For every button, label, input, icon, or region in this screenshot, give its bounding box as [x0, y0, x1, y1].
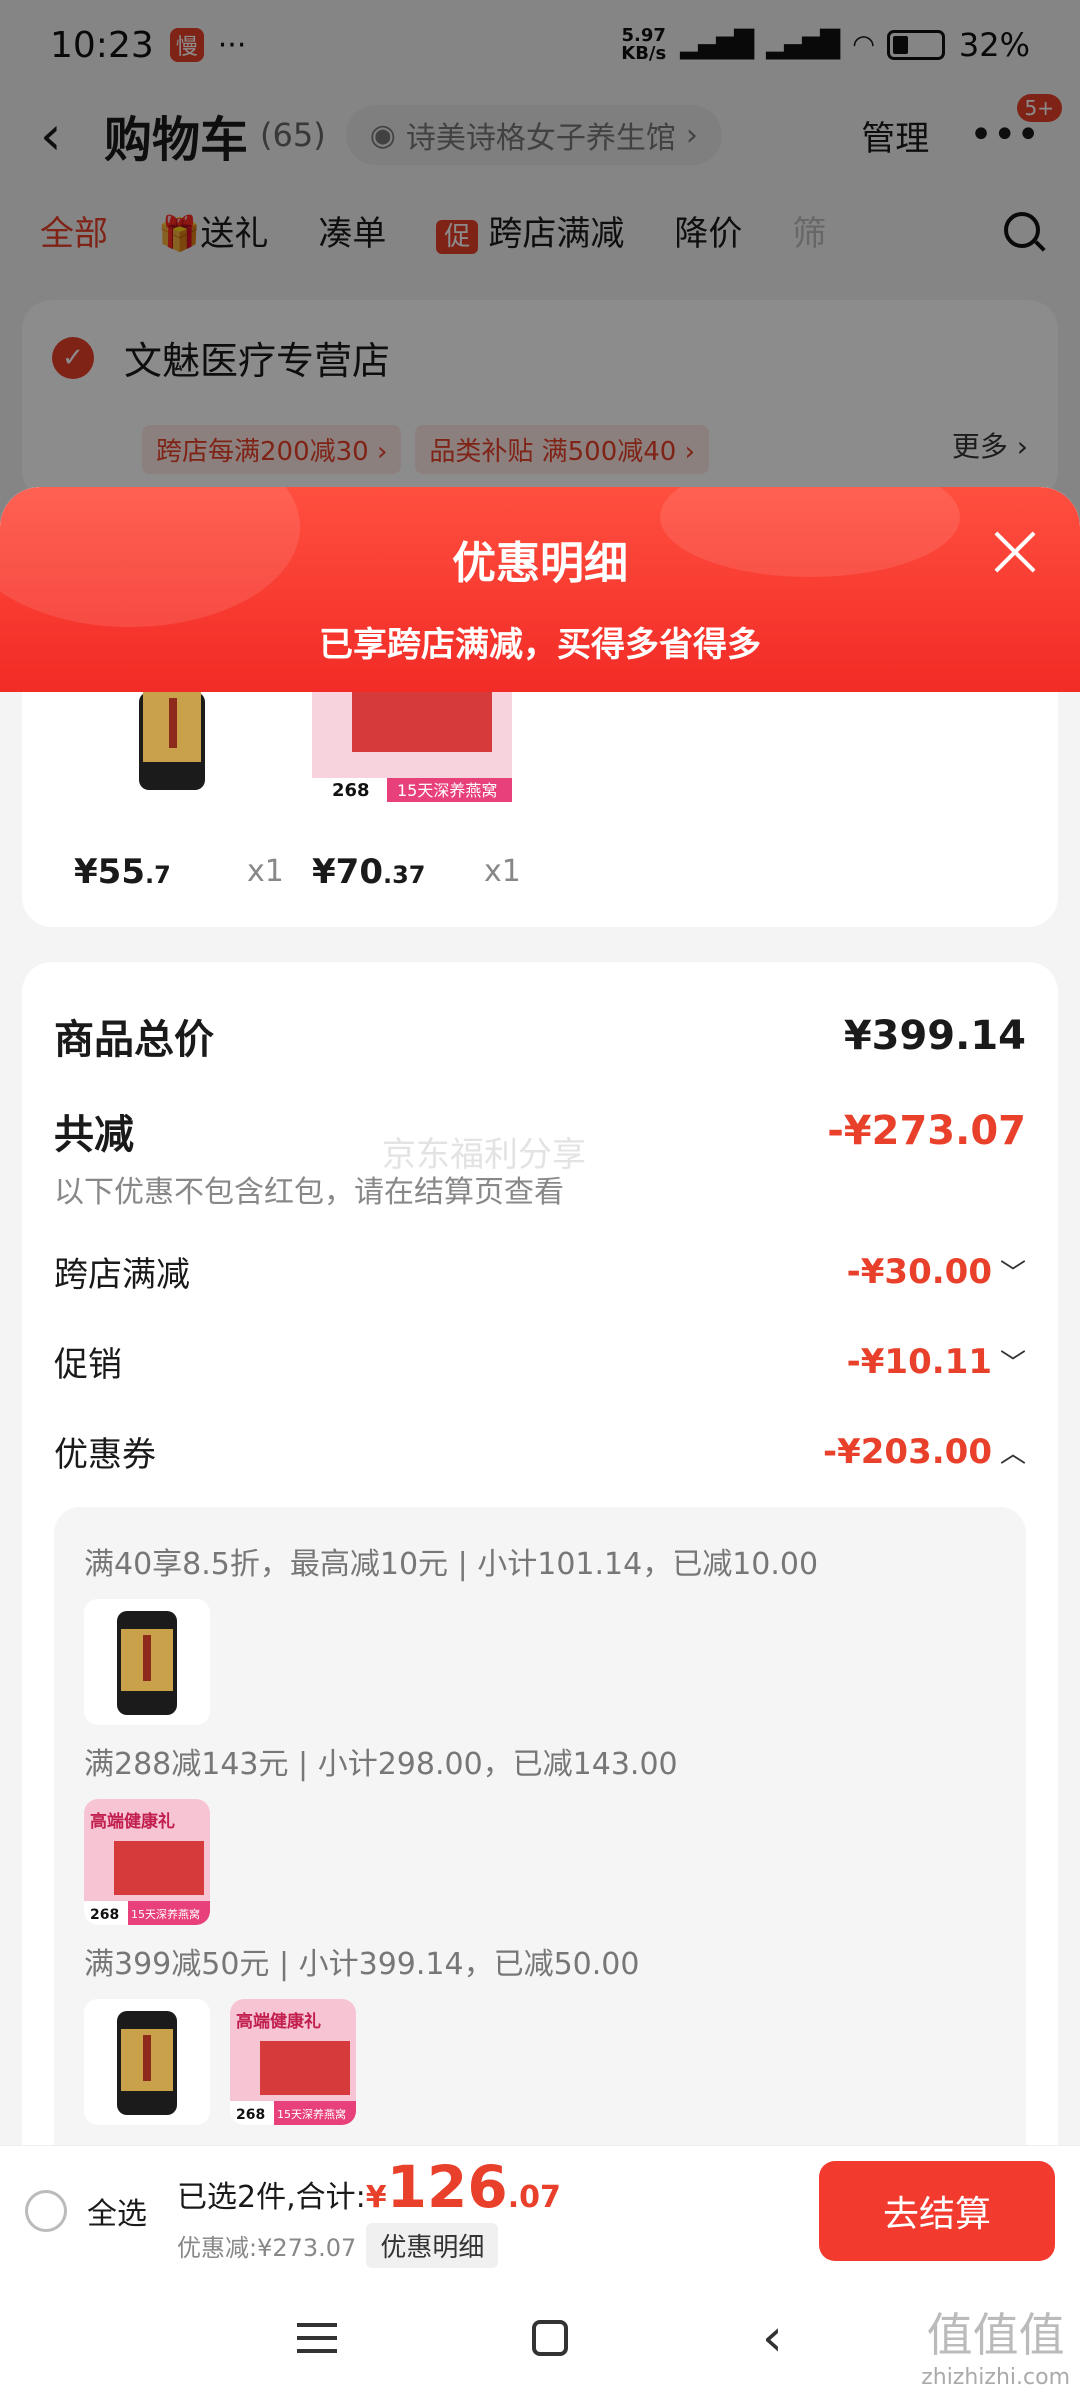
app-notification-icon: 慢 [169, 28, 204, 62]
site-watermark-logo: 值值值 zhizhizhi.com [921, 2308, 1070, 2390]
svg-text:268: 268 [332, 780, 370, 801]
tab-filter[interactable]: 筛 [792, 206, 826, 255]
system-nav-bar: ‹ 值值值 zhizhizhi.com [0, 2275, 1080, 2400]
status-bar: 10:23 慢 ··· 5.97 KB/s ▂▄▆█ ▂▄▆█ ◠ 32% [0, 0, 1080, 90]
product-thumb-bottle [139, 692, 205, 790]
coupon-product-thumb: 高端健康礼 268 15天深养燕窝 [84, 1799, 210, 1925]
chevron-right-icon: › [685, 117, 698, 153]
item-price: ¥55.7 [74, 852, 171, 892]
home-icon[interactable] [531, 2319, 568, 2356]
total-amount: 126 [386, 2153, 508, 2221]
select-all-label[interactable]: 全选 [87, 2189, 147, 2233]
discount-amount: 优惠减:¥273.07 [177, 2234, 357, 2262]
battery-icon [886, 30, 945, 60]
item-price: ¥70.37 [312, 852, 426, 892]
svg-text:15天深养燕窝: 15天深养燕窝 [131, 1907, 200, 1921]
back-icon[interactable]: ‹ [40, 104, 90, 167]
checkout-button[interactable]: 去结算 [819, 2160, 1055, 2261]
chevron-down-icon: ﹀ [999, 1259, 1026, 1289]
item-qty: x1 [247, 854, 284, 889]
signal-icon-2: ▂▄▆█ [766, 30, 840, 60]
store-pill[interactable]: ◉ 诗美诗格女子养生馆 › [345, 105, 722, 165]
sheet-subtitle: 已享跨店满减，买得多省得多 [319, 625, 761, 665]
store-card: ✓ 文魅医疗专营店 跨店每满200减30 › 品类补贴 满500减40 › 更多… [22, 300, 1058, 500]
tab-price-drop[interactable]: 降价 [674, 206, 742, 255]
eye-icon: ◉ [369, 117, 396, 153]
menu-icon[interactable] [297, 2322, 338, 2353]
promo-tag-icon: 促 [436, 219, 479, 254]
item-qty: x1 [484, 854, 521, 889]
discount-detail-button[interactable]: 优惠明细 [366, 2223, 499, 2268]
chevron-up-icon: ︿ [999, 1439, 1026, 1469]
page-title: 购物车 [104, 112, 249, 168]
tab-cross-store[interactable]: 促跨店满减 [436, 206, 624, 255]
total-row: 商品总价 ¥399.14 [54, 1013, 1026, 1063]
coupon-product-thumb: 高端健康礼 268 15天深养燕窝 [230, 1999, 356, 2125]
selected-items: 268 15天深养燕窝 ¥55.7 x1 ¥70.37 x1 [22, 692, 1058, 927]
store-check-icon[interactable]: ✓ [52, 336, 94, 379]
tab-bundle[interactable]: 凑单 [318, 206, 386, 255]
promotion-row[interactable]: 促销 -¥10.11 ﹀ [54, 1337, 1026, 1386]
price-breakdown: 商品总价 ¥399.14 共减 -¥273.07 京东福利分享 以下优惠不包含红… [22, 962, 1058, 2262]
store-name[interactable]: 文魅医疗专营店 [124, 330, 390, 385]
search-icon[interactable] [1004, 212, 1040, 248]
chevron-down-icon: ﹀ [999, 1349, 1026, 1379]
battery-percent: 32% [958, 26, 1030, 64]
svg-text:高端健康礼: 高端健康礼 [236, 2011, 321, 2032]
product-thumb-giftbox: 268 15天深养燕窝 [312, 692, 512, 802]
wifi-icon: ◠ [852, 30, 875, 60]
back-nav-icon[interactable]: ‹ [762, 2308, 783, 2368]
coupon-product-thumb [84, 1599, 210, 1725]
signal-icon: ▂▄▆█ [680, 30, 754, 60]
discount-detail-sheet: 优惠明细 已享跨店满减，买得多省得多 268 15天深养燕窝 ¥55.7 x1 … [0, 487, 1080, 2400]
tab-all[interactable]: 全部 [40, 206, 108, 255]
selected-count: 已选2件,合计: [177, 2180, 366, 2215]
promo-chip-category[interactable]: 品类补贴 满500减40 › [415, 425, 710, 474]
svg-text:高端健康礼: 高端健康礼 [90, 1811, 175, 1832]
sheet-title: 优惠明细 [452, 538, 628, 589]
more-promos-link[interactable]: 更多 › [952, 425, 1028, 474]
svg-text:15天深养燕窝: 15天深养燕窝 [397, 781, 497, 800]
checkout-bar: 全选 已选2件,合计: ¥ 126 .07 优惠减:¥273.07 优惠明细 去… [0, 2145, 1080, 2275]
coupon-product-thumb [84, 1999, 210, 2125]
tab-gift[interactable]: 🎁送礼 [158, 206, 268, 255]
select-all-radio[interactable] [25, 2189, 67, 2232]
coupon-line: 满288减143元 | 小计298.00，已减143.00 [84, 1747, 678, 1782]
status-time: 10:23 [50, 24, 154, 66]
svg-text:15天深养燕窝: 15天深养燕窝 [277, 2107, 346, 2121]
more-menu-button[interactable]: ••• 5+ [969, 94, 1062, 158]
manage-button[interactable]: 管理 [861, 111, 929, 160]
message-badge: 5+ [1016, 94, 1062, 122]
coupon-line: 满40享8.5折，最高减10元 | 小计101.14，已减10.00 [84, 1547, 819, 1582]
network-speed: 5.97 KB/s [621, 25, 667, 64]
cross-store-row[interactable]: 跨店满减 -¥30.00 ﹀ [54, 1247, 1026, 1296]
coupon-details: 满40享8.5折，最高减10元 | 小计101.14，已减10.00 满288减… [54, 1507, 1026, 2227]
svg-text:268: 268 [90, 1907, 119, 1923]
redpacket-hint: 以下优惠不包含红包，请在结算页查看 [54, 1175, 564, 1210]
more-notifications-icon: ··· [217, 27, 247, 63]
cart-count: (65) [260, 116, 326, 154]
close-icon[interactable] [992, 529, 1038, 575]
cart-header: ‹ 购物车 (65) ◉ 诗美诗格女子养生馆 › 管理 ••• 5+ [0, 80, 1080, 190]
svg-text:268: 268 [236, 2107, 265, 2123]
coupon-row[interactable]: 优惠券 -¥203.00 ︿ [54, 1427, 1026, 1476]
filter-tabs: 全部 🎁送礼 凑单 促跨店满减 降价 筛 [0, 190, 1080, 270]
coupon-line: 满399减50元 | 小计399.14，已减50.00 [84, 1947, 640, 1982]
sheet-header: 优惠明细 已享跨店满减，买得多省得多 [0, 487, 1080, 692]
promo-chip-cross-store[interactable]: 跨店每满200减30 › [142, 425, 402, 474]
gift-icon: 🎁 [158, 213, 201, 254]
total-summary: 已选2件,合计: ¥ 126 .07 优惠减:¥273.07 优惠明细 [177, 2153, 561, 2268]
